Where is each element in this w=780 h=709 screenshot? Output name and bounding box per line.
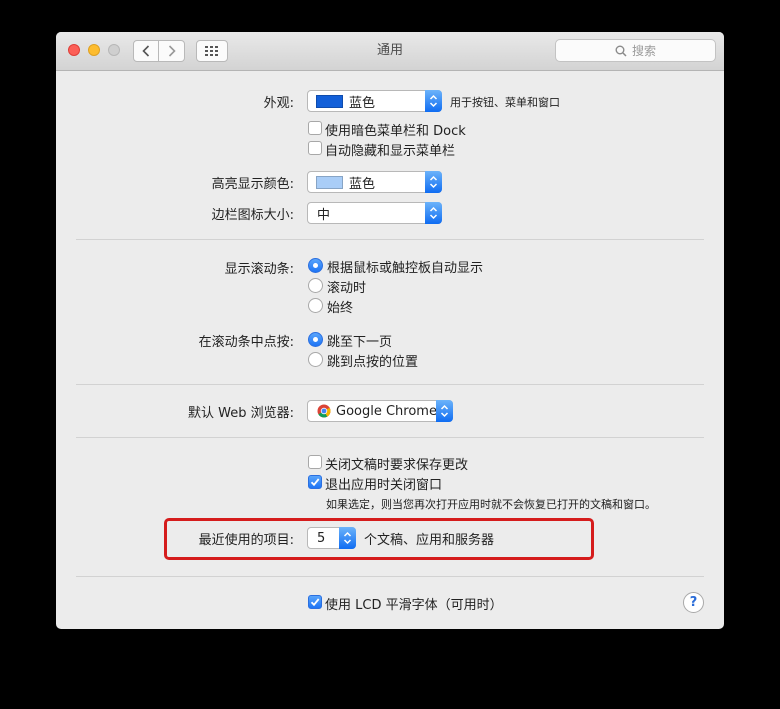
search-icon: [615, 45, 627, 57]
checkmark-icon: [310, 478, 320, 487]
close-windows-checkbox[interactable]: [308, 475, 322, 489]
dark-menubar-checkbox[interactable]: [308, 121, 322, 135]
separator: [76, 437, 704, 438]
scrollbars-always-radio[interactable]: [308, 298, 323, 313]
popup-arrows-icon: [425, 171, 442, 193]
jump-next-page-radio[interactable]: [308, 332, 323, 347]
scrollbars-auto-label: 根据鼠标或触控板自动显示: [327, 261, 484, 276]
chrome-icon: [317, 404, 331, 418]
highlight-color-value: 蓝色: [349, 176, 376, 192]
highlight-annotation-box: [164, 518, 594, 560]
scrollbars-auto-radio[interactable]: [308, 258, 323, 273]
preferences-window: 通用 搜索 外观: 蓝色 用于按钮、菜单和窗口 使用暗色菜单栏和 Dock 自动…: [56, 32, 724, 629]
popup-arrows-icon: [425, 90, 442, 112]
separator: [76, 384, 704, 385]
jump-next-page-label: 跳至下一页: [327, 335, 393, 350]
appearance-swatch: [316, 94, 343, 108]
ask-save-checkbox[interactable]: [308, 455, 322, 469]
sidebar-icon-size-label: 边栏图标大小:: [211, 208, 294, 223]
scrollbars-when-scrolling-radio[interactable]: [308, 278, 323, 293]
scrollbars-always-label: 始终: [327, 301, 354, 316]
auto-hide-menubar-label: 自动隐藏和显示菜单栏: [325, 144, 456, 159]
default-browser-label: 默认 Web 浏览器:: [188, 406, 294, 421]
show-scrollbars-label: 显示滚动条:: [224, 262, 294, 277]
sidebar-icon-size-popup[interactable]: 中: [307, 202, 442, 224]
help-button[interactable]: ?: [683, 592, 704, 613]
separator: [76, 576, 704, 577]
highlight-color-popup[interactable]: 蓝色: [307, 171, 442, 193]
default-browser-value: Google Chrome: [336, 403, 437, 419]
sidebar-icon-size-value: 中: [317, 207, 331, 223]
search-field[interactable]: 搜索: [555, 39, 716, 62]
jump-to-spot-radio[interactable]: [308, 352, 323, 367]
lcd-smoothing-label: 使用 LCD 平滑字体（可用时）: [325, 598, 503, 613]
ask-save-label: 关闭文稿时要求保存更改: [325, 458, 469, 473]
auto-hide-menubar-checkbox[interactable]: [308, 141, 322, 155]
scrollbars-when-scrolling-label: 滚动时: [327, 281, 367, 296]
appearance-popup[interactable]: 蓝色: [307, 90, 442, 112]
search-placeholder: 搜索: [631, 44, 656, 58]
dark-menubar-label: 使用暗色菜单栏和 Dock: [325, 124, 466, 139]
popup-arrows-icon: [425, 202, 442, 224]
appearance-value: 蓝色: [349, 95, 376, 111]
highlight-swatch: [316, 175, 343, 189]
jump-to-spot-label: 跳到点按的位置: [327, 355, 419, 370]
title-bar: 通用 搜索: [56, 32, 724, 71]
click-scrollbar-label: 在滚动条中点按:: [198, 335, 294, 350]
close-windows-label: 退出应用时关闭窗口: [325, 478, 443, 493]
checkmark-icon: [310, 598, 320, 607]
appearance-label: 外观:: [263, 96, 294, 111]
default-browser-popup[interactable]: Google Chrome: [307, 400, 453, 422]
highlight-color-label: 高亮显示颜色:: [211, 177, 294, 192]
separator: [76, 239, 704, 240]
appearance-note: 用于按钮、菜单和窗口: [450, 96, 560, 109]
close-windows-note: 如果选定，则当您再次打开应用时就不会恢复已打开的文稿和窗口。: [326, 498, 656, 511]
lcd-smoothing-checkbox[interactable]: [308, 595, 322, 609]
popup-arrows-icon: [436, 400, 453, 422]
